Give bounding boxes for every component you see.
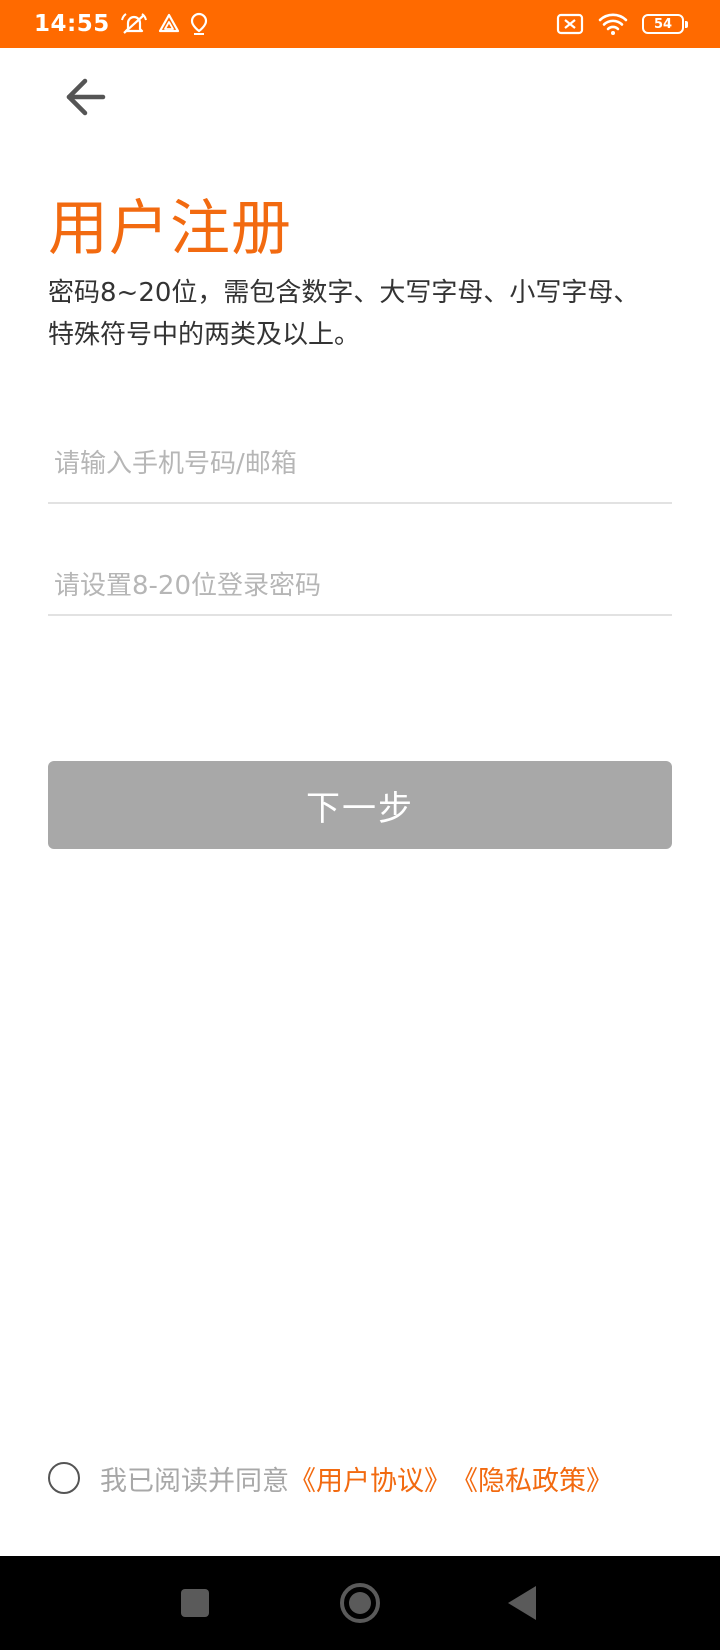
wifi-icon xyxy=(598,13,628,35)
status-notification-icons xyxy=(120,12,208,36)
sim-no-signal-icon xyxy=(556,13,584,35)
recents-square-icon[interactable] xyxy=(181,1589,209,1617)
agreement-text: 我已阅读并同意 xyxy=(100,1465,289,1497)
home-circle-icon[interactable] xyxy=(340,1583,380,1623)
user-agreement-link[interactable]: 《用户协议》 xyxy=(289,1459,451,1498)
status-bar: 14:55 54 xyxy=(0,0,720,48)
status-time: 14:55 xyxy=(34,11,110,37)
drive-icon xyxy=(158,13,179,33)
battery-icon: 54 xyxy=(642,14,688,34)
next-step-button[interactable]: 下一步 xyxy=(48,761,672,849)
status-right: 54 xyxy=(556,12,688,36)
agreement-row: 我已阅读并同意 《用户协议》 《隐私政策》 xyxy=(48,1456,613,1500)
account-input[interactable] xyxy=(48,436,672,492)
back-triangle-icon[interactable] xyxy=(508,1586,536,1620)
system-navigation-bar xyxy=(0,1556,720,1650)
home-dot xyxy=(349,1592,371,1614)
arrow-left-icon xyxy=(66,78,106,116)
muted-bell-icon xyxy=(120,13,147,34)
page-title: 用户注册 xyxy=(48,194,292,264)
account-field xyxy=(48,428,672,504)
password-field xyxy=(48,560,672,616)
location-icon xyxy=(190,12,207,35)
password-rules-description: 密码8~20位，需包含数字、大写字母、小写字母、特殊符号中的两类及以上。 xyxy=(48,278,640,350)
back-button[interactable] xyxy=(54,66,116,128)
status-left: 14:55 xyxy=(34,11,208,37)
privacy-policy-link[interactable]: 《隐私政策》 xyxy=(451,1459,613,1498)
battery-level: 54 xyxy=(653,16,673,32)
register-screen: 14:55 54 用户注册 密码8~20位，需包含数字、大写字母、小写字母、特殊… xyxy=(0,0,720,1650)
agreement-checkbox[interactable] xyxy=(48,1462,80,1494)
password-input[interactable] xyxy=(48,560,672,612)
